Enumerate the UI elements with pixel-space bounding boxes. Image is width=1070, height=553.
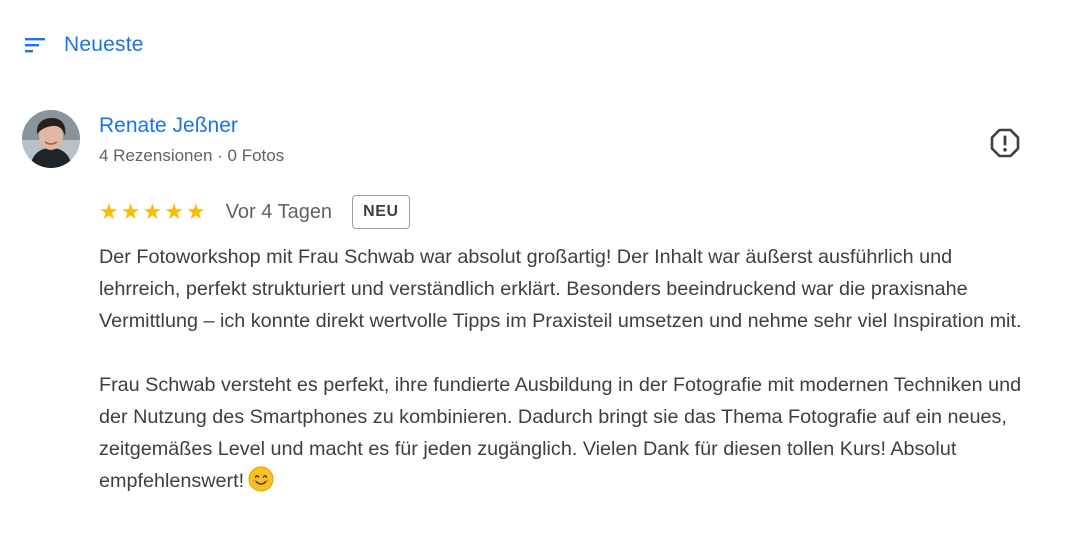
star-icon: ★ bbox=[99, 199, 119, 224]
sort-icon bbox=[22, 32, 48, 58]
star-rating: ★ ★ ★ ★ ★ bbox=[99, 201, 206, 223]
rating-row: ★ ★ ★ ★ ★ Vor 4 Tagen NEU bbox=[99, 194, 410, 230]
sort-button[interactable]: Neueste bbox=[22, 30, 144, 60]
author-avatar[interactable] bbox=[22, 110, 80, 168]
smiling-face-emoji-icon bbox=[248, 466, 274, 502]
star-icon: ★ bbox=[142, 199, 163, 224]
review-paragraph-text: Frau Schwab versteht es perfekt, ihre fu… bbox=[99, 374, 1022, 492]
review-date: Vor 4 Tagen bbox=[225, 200, 333, 223]
new-badge: NEU bbox=[352, 195, 410, 229]
star-icon: ★ bbox=[164, 199, 184, 224]
author-meta: 4 Rezensionen · 0 Fotos bbox=[99, 146, 285, 165]
review-paragraph: Der Fotoworkshop mit Frau Schwab war abs… bbox=[99, 246, 1022, 332]
star-icon: ★ bbox=[185, 199, 206, 224]
sort-label: Neueste bbox=[64, 33, 144, 56]
review-text: Der Fotoworkshop mit Frau Schwab war abs… bbox=[99, 241, 1034, 502]
author-name[interactable]: Renate Jeßner bbox=[99, 114, 238, 138]
report-icon[interactable] bbox=[988, 126, 1022, 160]
review-paragraph-last: Frau Schwab versteht es perfekt, ihre fu… bbox=[99, 369, 1034, 502]
star-icon: ★ bbox=[120, 199, 141, 224]
